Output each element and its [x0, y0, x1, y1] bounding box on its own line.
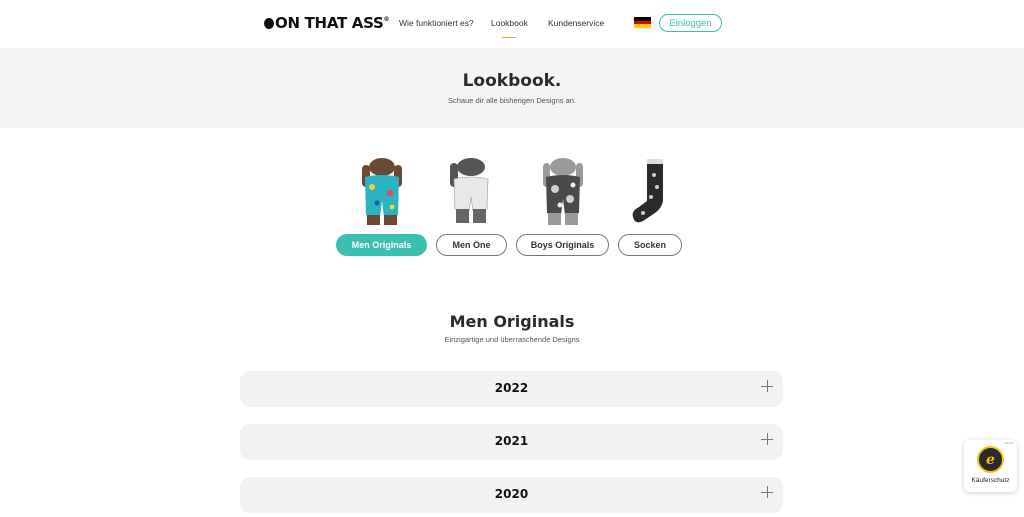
men-one-image[interactable]: [441, 157, 501, 225]
plus-icon[interactable]: [761, 380, 773, 392]
brand-logo[interactable]: ON THAT ASS ®: [264, 14, 389, 32]
section-title: Men Originals: [449, 312, 575, 331]
trusted-shops-badge[interactable]: e Käuferschutz: [964, 440, 1017, 492]
men-originals-image[interactable]: [352, 157, 412, 225]
category-socks-button[interactable]: Socken: [618, 234, 682, 256]
logo-text: ON THAT ASS: [275, 14, 384, 32]
german-flag-icon[interactable]: [634, 17, 651, 29]
category-men-one-button[interactable]: Men One: [436, 234, 507, 256]
category-boys-originals-button[interactable]: Boys Originals: [516, 234, 609, 256]
nav-customer-service[interactable]: Kundenservice: [548, 18, 604, 28]
page-subtitle: Schaue dir alle bisherigen Designs an.: [448, 96, 576, 105]
plus-icon[interactable]: [761, 486, 773, 498]
nav-lookbook[interactable]: Lookbook: [491, 18, 528, 28]
trusted-shops-seal-icon: e: [977, 446, 1004, 473]
badge-menu-icon[interactable]: [1004, 442, 1014, 444]
section-subtitle: Einzigartige und überraschende Designs: [444, 335, 580, 344]
page-title: Lookbook.: [462, 71, 562, 91]
lookbook-hero: Lookbook. Schaue dir alle bisherigen Des…: [0, 48, 1024, 128]
logo-mark-icon: [264, 17, 274, 29]
socks-image[interactable]: [621, 157, 681, 225]
accordion-year-label: 2021: [494, 434, 529, 448]
login-button[interactable]: Einloggen: [659, 14, 722, 32]
category-men-originals-button[interactable]: Men Originals: [336, 234, 427, 256]
site-header: ON THAT ASS ® Wie funktioniert es? Lookb…: [0, 0, 1024, 48]
accordion-year-label: 2020: [494, 487, 529, 501]
accordion-year-2022[interactable]: 2022: [240, 371, 783, 407]
accordion-year-label: 2022: [494, 381, 529, 395]
nav-how-it-works[interactable]: Wie funktioniert es?: [399, 18, 474, 28]
accordion-year-2020[interactable]: 2020: [240, 477, 783, 513]
plus-icon[interactable]: [761, 433, 773, 445]
badge-label: Käuferschutz: [971, 477, 1010, 484]
accordion-year-2021[interactable]: 2021: [240, 424, 783, 460]
logo-reg: ®: [383, 15, 390, 23]
boys-originals-image[interactable]: [533, 157, 593, 225]
